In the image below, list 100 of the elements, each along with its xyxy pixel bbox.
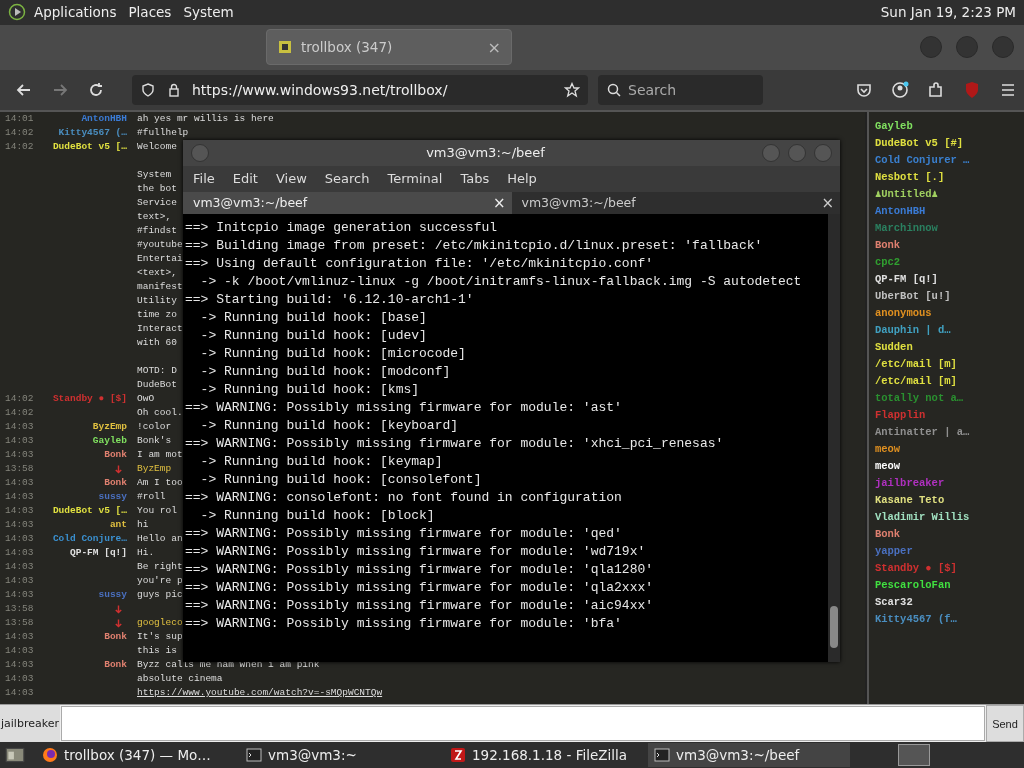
user-name[interactable]: Sudden bbox=[874, 338, 1024, 356]
menu-item[interactable]: Help bbox=[507, 171, 537, 187]
message-link[interactable]: https://www.youtube.com/watch?v=-sMQpWCNTQw bbox=[137, 687, 383, 699]
lock-icon[interactable] bbox=[166, 81, 182, 98]
message-text: googleco bbox=[137, 617, 183, 629]
user-name[interactable]: totally not a… bbox=[874, 389, 1024, 407]
terminal-tab[interactable]: vm3@vm3:~/beef × bbox=[183, 191, 512, 214]
favicon-icon bbox=[277, 39, 293, 56]
nickname[interactable]: Gayleb bbox=[92, 435, 127, 447]
taskbar-button[interactable]: vm3@vm3:~/beef bbox=[648, 743, 850, 768]
user-name[interactable]: Kasane Teto bbox=[874, 491, 1024, 509]
taskbar-button[interactable]: trollbox (347) — Mo… bbox=[36, 743, 238, 768]
nickname[interactable]: Bonk bbox=[104, 477, 127, 489]
message-time: 13:58 bbox=[5, 463, 34, 475]
workspace-switcher[interactable] bbox=[898, 744, 930, 767]
panel-menu[interactable]: Places bbox=[128, 4, 172, 21]
shield-icon[interactable] bbox=[140, 81, 156, 98]
message-text: manifest bbox=[137, 281, 183, 293]
user-name[interactable]: Vladimir Willis bbox=[874, 508, 1024, 526]
nickname[interactable]: QP-FM [q!] bbox=[70, 547, 127, 559]
panel-menu[interactable]: Applications bbox=[34, 4, 117, 21]
message-text: hi bbox=[137, 519, 149, 531]
address-bar[interactable]: https://www.windows93.net/trollbox/ bbox=[132, 74, 588, 105]
search-icon bbox=[606, 81, 622, 98]
search-field[interactable]: Search bbox=[598, 74, 763, 105]
nickname[interactable]: DudeBot v5 [… bbox=[52, 141, 127, 153]
close-tab-button[interactable]: × bbox=[821, 193, 834, 212]
menu-item[interactable]: Tabs bbox=[460, 171, 490, 187]
firefox-icon bbox=[42, 747, 58, 764]
nickname[interactable]: Cold Conjure… bbox=[52, 533, 127, 545]
message-text: Welcome bbox=[137, 141, 177, 153]
message-text: System bbox=[137, 169, 172, 181]
user-name[interactable]: Gayleb bbox=[874, 117, 1024, 135]
panel-menu[interactable]: System bbox=[183, 4, 234, 21]
message-time: 14:03 bbox=[5, 505, 34, 517]
nickname[interactable]: AntonHBH bbox=[81, 113, 127, 125]
user-name[interactable]: UberBot [u!] bbox=[874, 287, 1024, 305]
nickname[interactable]: ByzEmp bbox=[92, 421, 127, 433]
terminal-icon bbox=[246, 747, 262, 764]
arrow-icon bbox=[114, 463, 123, 474]
user-name[interactable]: QP-FM [q!] bbox=[874, 270, 1024, 288]
user-name[interactable]: Scar32 bbox=[874, 593, 1024, 611]
message-text: the bot bbox=[137, 183, 177, 195]
user-name[interactable]: meow bbox=[874, 440, 1024, 458]
message-text: OwO bbox=[137, 393, 155, 405]
nickname[interactable]: ant bbox=[109, 519, 127, 531]
nickname[interactable]: DudeBot v5 [… bbox=[52, 505, 127, 517]
taskbar-button[interactable]: vm3@vm3:~ bbox=[240, 743, 442, 768]
user-name[interactable]: ♟Untitled♟ bbox=[874, 185, 1024, 203]
nickname[interactable]: Bonk bbox=[104, 449, 127, 461]
taskbar-button[interactable]: 192.168.1.18 - FileZilla bbox=[444, 743, 646, 768]
nickname[interactable]: Kitty4567 (… bbox=[58, 127, 127, 139]
menu-item[interactable]: Search bbox=[324, 171, 370, 187]
nickname[interactable]: Bonk bbox=[104, 631, 127, 643]
scrollbar[interactable] bbox=[828, 213, 840, 662]
user-name[interactable]: /etc/mail [m] bbox=[874, 355, 1024, 373]
user-name[interactable]: /etc/mail [m] bbox=[874, 372, 1024, 390]
close-tab-button[interactable]: × bbox=[492, 193, 506, 212]
star-icon[interactable] bbox=[564, 81, 580, 98]
menu-item[interactable]: View bbox=[275, 171, 307, 187]
browser-tab[interactable]: trollbox (347) × bbox=[266, 29, 512, 66]
message-time: 14:03 bbox=[5, 575, 34, 587]
message-time: 14:03 bbox=[5, 491, 34, 503]
message-input[interactable] bbox=[61, 706, 985, 742]
clock[interactable]: Sun Jan 19, 2:23 PM bbox=[880, 4, 1016, 21]
message-text: guys pic bbox=[137, 589, 183, 601]
message-text: absolute cinema bbox=[137, 673, 223, 685]
nickname[interactable]: Bonk bbox=[104, 659, 127, 671]
user-name[interactable]: AntonHBH bbox=[874, 202, 1024, 220]
account-icon[interactable] bbox=[890, 79, 910, 100]
user-name[interactable]: Nesbott [.] bbox=[874, 168, 1024, 186]
user-name[interactable]: cpc2 bbox=[874, 253, 1024, 271]
message-time: 14:03 bbox=[5, 519, 34, 531]
message-time: 14:03 bbox=[5, 687, 34, 699]
distro-logo-icon[interactable] bbox=[8, 3, 26, 22]
user-name[interactable]: Kitty4567 (f… bbox=[874, 610, 1024, 628]
send-button[interactable]: Send bbox=[986, 705, 1024, 743]
message-text: #fullhelp bbox=[137, 127, 189, 139]
message-time: 14:03 bbox=[5, 421, 34, 433]
user-name[interactable]: DudeBot v5 [#] bbox=[874, 134, 1024, 152]
message-text: DudeBot bbox=[137, 379, 177, 391]
terminal-tab[interactable]: vm3@vm3:~/beef × bbox=[511, 191, 840, 214]
menu-item[interactable]: File bbox=[193, 171, 215, 187]
user-name[interactable]: Antinatter | a… bbox=[874, 423, 1024, 441]
message-text: Hi. bbox=[137, 547, 155, 559]
menu-item[interactable]: Terminal bbox=[387, 171, 443, 187]
user-name[interactable]: Bonk bbox=[874, 236, 1024, 254]
user-name[interactable]: Bonk bbox=[874, 525, 1024, 543]
user-name[interactable]: Cold Conjurer … bbox=[874, 151, 1024, 169]
user-name[interactable]: meow bbox=[874, 457, 1024, 475]
message-text: Am I too bbox=[137, 477, 183, 489]
user-name[interactable]: anonymous bbox=[874, 304, 1024, 322]
nickname-label[interactable]: jailbreaker bbox=[0, 705, 60, 743]
message-text: Bonk's bbox=[137, 435, 172, 447]
message-text: MOTD: D bbox=[137, 365, 177, 377]
menu-item[interactable]: Edit bbox=[232, 171, 258, 187]
message-text: ah yes mr willis is here bbox=[137, 113, 274, 125]
message-time: 14:01 bbox=[5, 113, 34, 125]
user-name[interactable]: PescaroloFan bbox=[874, 576, 1024, 594]
user-name[interactable]: Dauphin | d… bbox=[874, 321, 1024, 339]
